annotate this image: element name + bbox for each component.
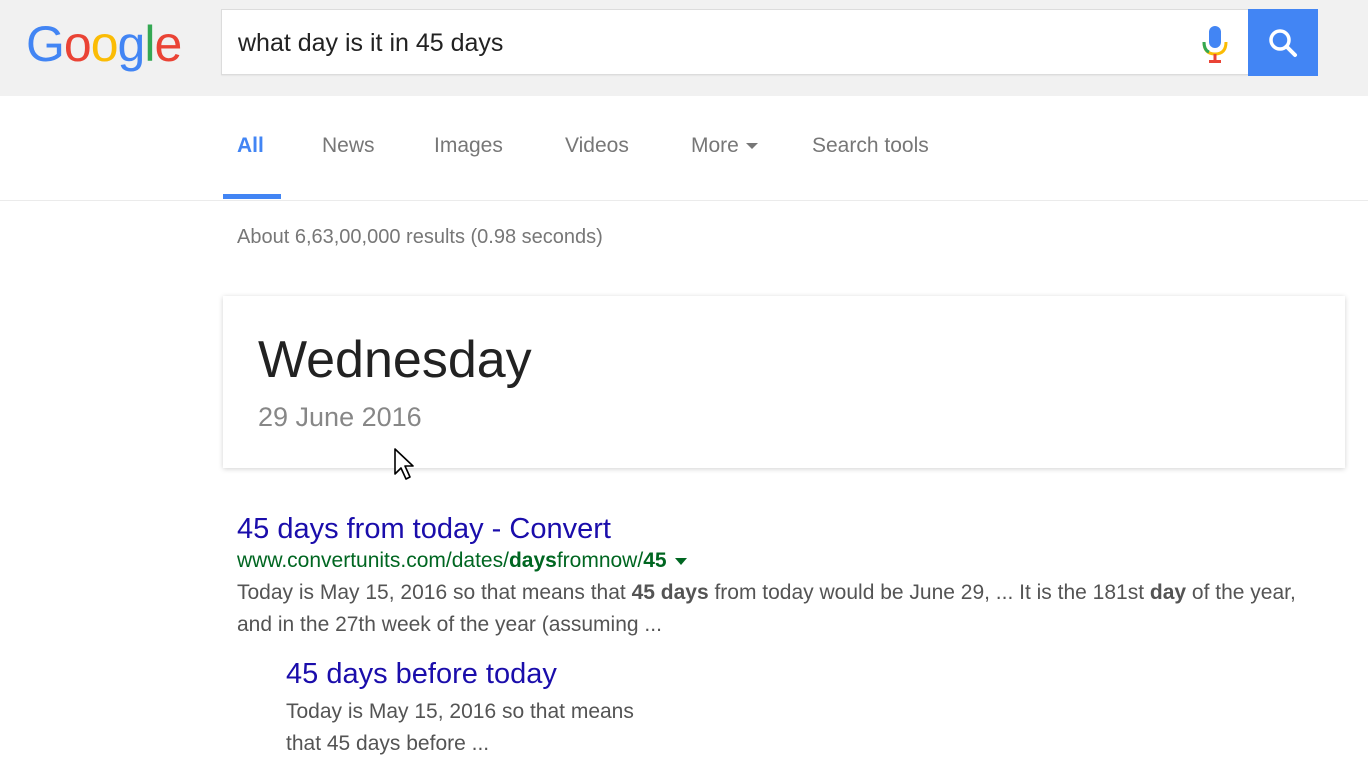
chevron-down-icon: [745, 143, 758, 150]
logo-letter-e: e: [154, 16, 182, 72]
header-bar: Google: [0, 0, 1368, 97]
mic-icon[interactable]: [1198, 23, 1232, 65]
tab-images[interactable]: Images: [434, 132, 503, 166]
logo-letter-g: G: [26, 16, 65, 72]
tab-all[interactable]: All: [237, 132, 264, 166]
url-mid: fromnow/: [556, 549, 644, 572]
sitelink: 45 days before today Today is May 15, 20…: [286, 656, 786, 760]
answer-date: 29 June 2016: [258, 402, 422, 432]
sitelink-snippet-line-1: Today is May 15, 2016 so that means: [286, 700, 634, 723]
active-tab-indicator: [223, 194, 281, 199]
snippet-text-1: Today is May 15, 2016 so that means that: [237, 581, 632, 604]
sitelink-snippet: Today is May 15, 2016 so that means that…: [286, 696, 786, 760]
tab-news[interactable]: News: [322, 132, 375, 166]
result-snippet: Today is May 15, 2016 so that means that…: [237, 577, 1297, 641]
url-bold-days: days: [508, 549, 557, 572]
answer-day: Wednesday: [258, 331, 532, 389]
snippet-text-2: from today would be June 29, ... It is t…: [708, 581, 1150, 604]
result-title-link[interactable]: 45 days from today - Convert: [237, 511, 1297, 547]
logo-letter-o2: o: [90, 16, 119, 72]
result-url: www.convertunits.com/dates/daysfromnow/4…: [237, 547, 1297, 575]
result-stats: About 6,63,00,000 results (0.98 seconds): [237, 226, 603, 248]
answer-card: Wednesday 29 June 2016: [223, 296, 1345, 468]
sitelink-title-link[interactable]: 45 days before today: [286, 656, 786, 692]
url-dropdown-icon[interactable]: [674, 557, 687, 565]
logo-letter-l: l: [144, 16, 155, 72]
google-logo[interactable]: Google: [26, 14, 182, 74]
search-result: 45 days from today - Convert www.convert…: [237, 511, 1297, 641]
sitelink-snippet-line-2: that 45 days before ...: [286, 732, 490, 755]
snippet-bold-1: 45 days: [631, 581, 709, 604]
url-bold-45: 45: [643, 549, 667, 572]
tab-search-tools[interactable]: Search tools: [812, 132, 929, 166]
search-button[interactable]: [1248, 9, 1318, 76]
search-icon: [1269, 28, 1297, 57]
search-input[interactable]: [236, 20, 1180, 66]
snippet-bold-2: day: [1149, 581, 1187, 604]
search-box[interactable]: [221, 9, 1248, 75]
tab-more[interactable]: More: [691, 132, 758, 166]
search-tabs: All News Images Videos More Search tools: [0, 96, 1368, 201]
tab-more-label: More: [691, 134, 739, 157]
logo-letter-g2: g: [117, 16, 146, 72]
tab-videos[interactable]: Videos: [565, 132, 629, 166]
mouse-cursor-icon: [393, 447, 417, 488]
url-prefix: www.convertunits.com/dates/: [237, 549, 509, 572]
logo-letter-o1: o: [63, 16, 92, 72]
